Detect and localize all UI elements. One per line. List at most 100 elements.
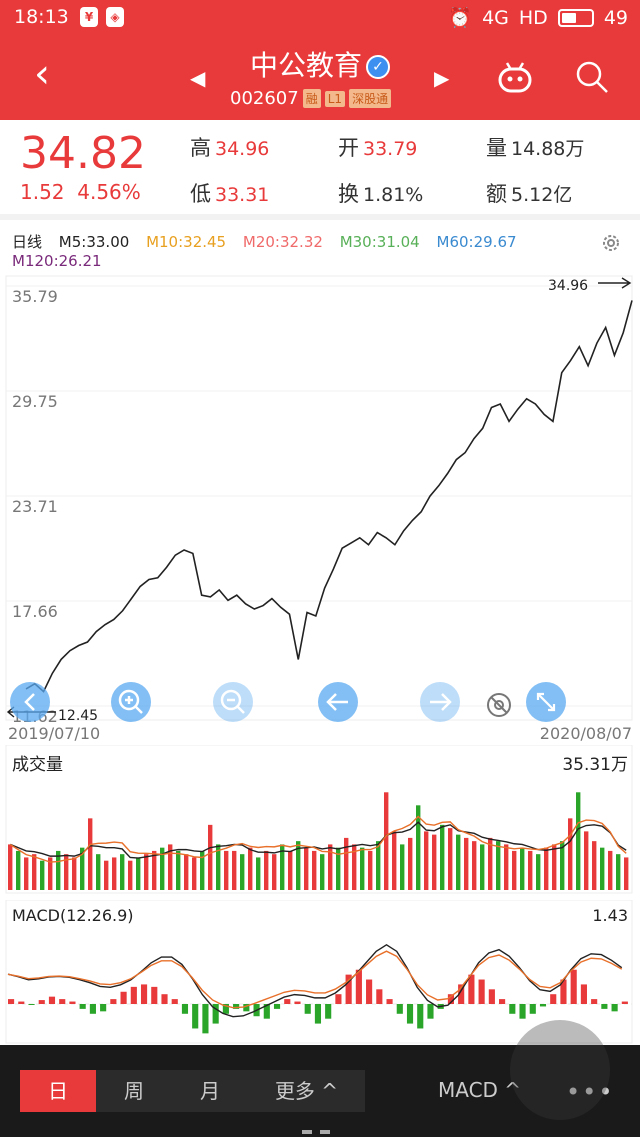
volume-bar [224, 850, 229, 890]
price-y-tick: 17.66 [12, 602, 58, 621]
search-icon[interactable] [575, 60, 609, 94]
volume-bar [576, 792, 581, 890]
volume-chart[interactable] [0, 745, 640, 895]
tab-more[interactable]: 更多 ^ [248, 1070, 365, 1112]
gear-icon[interactable] [600, 232, 622, 254]
period-label: 日线 [12, 233, 43, 251]
stock-name: 中公教育 [249, 49, 362, 82]
back-icon[interactable]: ‹ [34, 54, 64, 96]
macd-chart-max: 1.43 [592, 906, 628, 925]
change-value: 1.52 [20, 180, 65, 204]
zoom-in-icon[interactable] [111, 682, 151, 722]
macd-histogram-bar [161, 994, 168, 1004]
price-y-tick: 29.75 [12, 392, 58, 411]
volume-bar [480, 844, 485, 890]
volume-bar [600, 847, 605, 890]
volume-bar [448, 828, 453, 890]
macd-histogram-bar [294, 1001, 301, 1004]
volume-ma10-line [9, 815, 627, 863]
macd-histogram-bar [130, 986, 137, 1004]
volume-bar [8, 844, 13, 890]
macd-histogram-bar [468, 974, 475, 1004]
macd-histogram-bar [570, 969, 577, 1004]
robot-icon[interactable] [497, 62, 533, 94]
volume-bar [288, 850, 293, 890]
open-label: 开 [338, 136, 359, 160]
low-label: 低 [190, 182, 211, 206]
tab-day[interactable]: 日 [20, 1070, 96, 1112]
volume-bar [16, 850, 21, 890]
arrow-left-icon[interactable] [318, 682, 358, 722]
change-pct: 4.56% [77, 180, 141, 204]
alarm-icon: ⏰ [448, 7, 473, 29]
macd-histogram-bar [621, 1001, 628, 1004]
macd-histogram-bar [273, 1004, 281, 1009]
volume-bar [384, 792, 389, 890]
scroll-left-icon[interactable] [10, 682, 50, 722]
end-date: 2020/08/07 [539, 724, 632, 743]
low-value: 33.31 [215, 184, 270, 206]
tag-margin: 融 [302, 89, 321, 108]
volume-bar [136, 857, 141, 890]
macd-histogram-bar [8, 999, 15, 1004]
tab-week[interactable]: 周 [96, 1070, 172, 1112]
ma20: M20:32.32 [242, 233, 323, 251]
volume-bar [112, 857, 117, 890]
macd-histogram-bar [478, 979, 485, 1004]
quote-low: 低 33.31 [190, 178, 269, 208]
price-chart[interactable]: 35.7929.7523.7117.6611.6234.9612.45 [0, 274, 640, 724]
macd-histogram-bar [314, 1004, 322, 1024]
macd-histogram-bar [591, 999, 598, 1004]
fullscreen-icon[interactable] [526, 682, 566, 722]
open-value: 33.79 [363, 138, 418, 160]
indicator-select[interactable]: MACD ^ [438, 1078, 521, 1102]
ma5: M5:33.00 [58, 233, 130, 251]
macd-histogram-bar [151, 986, 158, 1004]
volume-bar [440, 824, 445, 890]
macd-histogram-bar [335, 994, 342, 1004]
amount-value: 5.12亿 [511, 184, 573, 206]
zoom-out-icon[interactable] [213, 682, 253, 722]
macd-histogram-bar [120, 991, 127, 1004]
tab-month[interactable]: 月 [172, 1070, 248, 1112]
macd-histogram-bar [192, 1004, 199, 1029]
ma10: M10:32.45 [146, 233, 227, 251]
current-price: 34.82 [20, 128, 146, 179]
volume-bar [312, 850, 317, 890]
volume-bar [72, 857, 77, 890]
volume-bar [408, 837, 413, 890]
volume-bar [192, 857, 197, 890]
volume-bar [256, 857, 261, 890]
ma120: M120:26.21 [12, 252, 102, 270]
volume-bar [208, 824, 213, 890]
volume-bar [184, 854, 189, 890]
macd-histogram-bar [519, 1004, 526, 1019]
period-tabs: 日 周 月 更多 ^ [20, 1070, 365, 1112]
volume-bar [520, 847, 525, 890]
lock-cursor-icon[interactable] [486, 692, 512, 718]
volume-bar [304, 847, 309, 890]
arrow-right-icon[interactable] [420, 682, 460, 722]
tag-level1: L1 [324, 90, 346, 107]
volume-bar [464, 837, 469, 890]
volume-bar [272, 854, 277, 890]
macd-histogram-bar [304, 1004, 311, 1014]
home-indicator [302, 1130, 338, 1134]
volume-bar [512, 850, 517, 890]
macd-histogram-bar [529, 1004, 536, 1014]
floating-assistant-button[interactable] [510, 1020, 610, 1120]
next-stock-icon[interactable]: ▶ [434, 66, 449, 90]
macd-histogram-bar [140, 984, 148, 1004]
shield-icon: ◈ [106, 7, 124, 27]
volume-bar [624, 857, 629, 890]
volume-bar [368, 850, 373, 890]
volume-bar [592, 841, 597, 890]
volume-bar [392, 831, 397, 890]
macd-histogram-bar [89, 1004, 96, 1014]
prev-stock-icon[interactable]: ◀ [190, 66, 205, 90]
ma60: M60:29.67 [436, 233, 517, 251]
macd-histogram-bar [202, 1004, 209, 1034]
quote-turnover: 换 1.81% [338, 178, 423, 208]
volume-bar [232, 850, 237, 890]
macd-histogram-bar [69, 1001, 76, 1004]
